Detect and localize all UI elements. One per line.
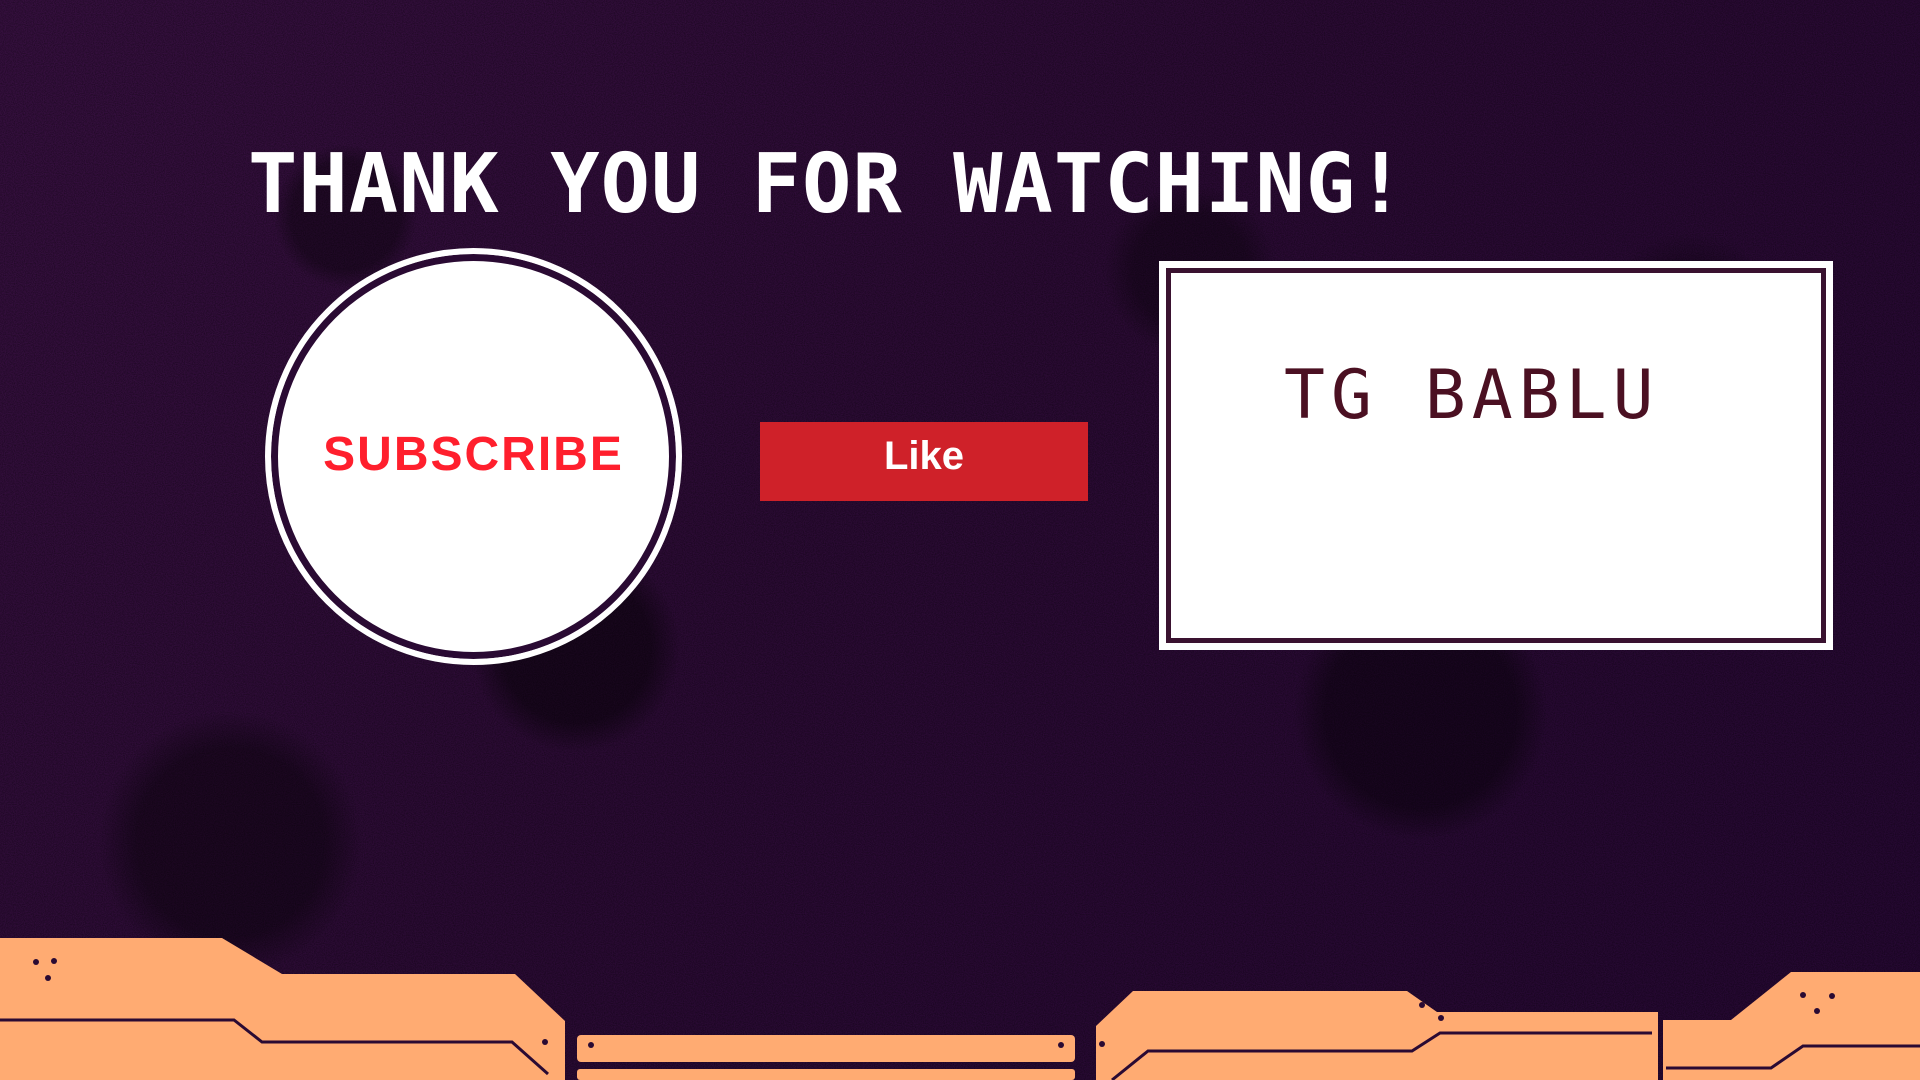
like-button[interactable]: Like [760, 422, 1088, 501]
channel-name-card: TG BABLU [1159, 261, 1833, 650]
subscribe-circle: SUBSCRIBE [281, 264, 666, 649]
left-footer-panel [0, 938, 565, 1080]
thank-you-screen: THANK YOU FOR WATCHING! SUBSCRIBE Like T… [0, 0, 1920, 1080]
channel-name-label: TG BABLU [1284, 356, 1660, 435]
center-footer-panel [577, 1035, 1075, 1080]
right-footer-panel [1096, 972, 1920, 1080]
like-label: Like [883, 434, 965, 478]
channel-name-frame: TG BABLU [1166, 268, 1826, 643]
decorative-footer [0, 938, 1920, 1080]
subscribe-button[interactable]: SUBSCRIBE [265, 248, 682, 665]
subscribe-label: SUBSCRIBE [323, 428, 624, 481]
page-title: THANK YOU FOR WATCHING! [248, 137, 1407, 232]
